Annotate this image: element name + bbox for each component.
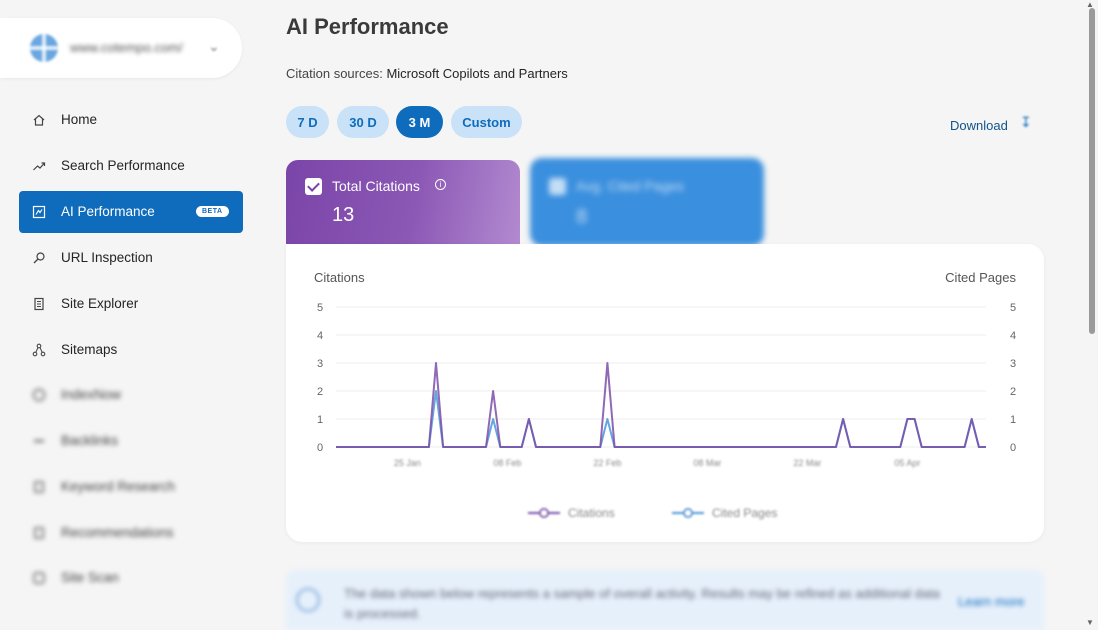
range-custom-button[interactable]: Custom bbox=[451, 106, 522, 138]
y-tick-label-left: 1 bbox=[317, 414, 323, 426]
learn-more-link[interactable]: Learn more bbox=[958, 594, 1024, 609]
y-tick-label-right: 2 bbox=[1010, 386, 1016, 398]
y-tick-label-left: 3 bbox=[317, 358, 323, 370]
beta-badge: BETA bbox=[196, 206, 229, 217]
cited-pages-checkbox[interactable] bbox=[549, 178, 566, 195]
site-url: www.cotempo.com/ bbox=[70, 40, 183, 55]
range-3m-button[interactable]: 3 M bbox=[396, 106, 443, 138]
magnifier-icon bbox=[31, 250, 47, 266]
banner-text: The data shown below represents a sample… bbox=[344, 586, 940, 621]
y-tick-label-right: 1 bbox=[1010, 414, 1016, 426]
x-tick-label: 22 Mar bbox=[793, 458, 821, 468]
sidebar-item-label: Home bbox=[61, 112, 98, 127]
y-tick-label-left: 5 bbox=[317, 302, 323, 314]
citation-sources-label: Citation sources: bbox=[286, 66, 383, 81]
indexnow-icon bbox=[31, 387, 47, 403]
x-tick-label: 25 Jan bbox=[394, 458, 421, 468]
info-icon[interactable]: i bbox=[435, 179, 446, 190]
legend-item: Citations bbox=[528, 506, 615, 520]
sidebar-item-site-explorer[interactable]: Site Explorer bbox=[19, 283, 243, 325]
sidebar-item-label: Backlinks bbox=[61, 433, 119, 448]
sidebar-item-site-scan[interactable]: Site Scan bbox=[19, 557, 243, 599]
legend-item: Cited Pages bbox=[672, 506, 777, 520]
chevron-down-icon[interactable]: ⌄ bbox=[208, 38, 220, 55]
sidebar-item-label: Sitemaps bbox=[61, 342, 118, 357]
trend-icon bbox=[31, 158, 47, 174]
legend-swatch-marker bbox=[539, 508, 549, 518]
keyword-icon bbox=[31, 479, 47, 495]
sidebar-item-ai-performance[interactable]: AI Performance BETA bbox=[19, 191, 243, 233]
document-icon bbox=[31, 296, 47, 312]
sidebar-item-keyword-research[interactable]: Keyword Research bbox=[19, 466, 243, 508]
range-30d-button[interactable]: 30 D bbox=[337, 106, 389, 138]
site-selector[interactable]: www.cotempo.com/ ⌄ bbox=[0, 18, 242, 78]
sidebar-item-label: AI Performance bbox=[61, 204, 155, 219]
cited-pages-card[interactable]: Avg. Cited Pages 8 bbox=[530, 158, 764, 246]
sidebar-item-backlinks[interactable]: Backlinks bbox=[19, 420, 243, 462]
sidebar-item-label: Recommendations bbox=[61, 525, 174, 540]
sidebar-item-label: URL Inspection bbox=[61, 250, 153, 265]
x-tick-label: 05 Apr bbox=[894, 458, 920, 468]
cited-pages-label: Avg. Cited Pages bbox=[576, 178, 684, 194]
download-icon[interactable]: ↧ bbox=[1020, 114, 1032, 131]
y-tick-label-right: 3 bbox=[1010, 358, 1016, 370]
sidebar-item-label: Keyword Research bbox=[61, 479, 176, 494]
sidebar-item-sitemaps[interactable]: Sitemaps bbox=[19, 329, 243, 371]
scroll-down-icon[interactable]: ▼ bbox=[1086, 618, 1094, 627]
citation-sources: Citation sources: Microsoft Copilots and… bbox=[286, 66, 568, 81]
sidebar-item-label: IndexNow bbox=[61, 387, 122, 402]
left-axis-title: Citations bbox=[314, 270, 365, 285]
page-title: AI Performance bbox=[286, 14, 449, 39]
sidebar-item-home[interactable]: Home bbox=[19, 99, 243, 141]
y-tick-label-right: 5 bbox=[1010, 302, 1016, 314]
sidebar-item-search-performance[interactable]: Search Performance bbox=[19, 145, 243, 187]
sidebar-item-recommendations[interactable]: Recommendations bbox=[19, 512, 243, 554]
download-link[interactable]: Download bbox=[950, 118, 1008, 133]
chart-card: Citations Cited Pages 0 0 1 1 2 2 3 3 4 4 5 5 25 Jan 08… bbox=[286, 244, 1044, 542]
x-tick-label: 08 Mar bbox=[693, 458, 721, 468]
y-tick-label-left: 0 bbox=[317, 442, 323, 454]
legend-swatch-marker bbox=[683, 508, 693, 518]
range-7d-button[interactable]: 7 D bbox=[286, 106, 329, 138]
scrollbar-thumb[interactable] bbox=[1089, 8, 1095, 334]
right-axis-title: Cited Pages bbox=[945, 270, 1016, 285]
y-tick-label-right: 4 bbox=[1010, 330, 1016, 342]
legend-label: Cited Pages bbox=[712, 506, 777, 520]
total-citations-label: Total Citations bbox=[332, 178, 420, 194]
citations-checkbox[interactable] bbox=[305, 178, 322, 195]
total-citations-value: 13 bbox=[332, 204, 355, 226]
globe-icon bbox=[30, 34, 58, 62]
link-icon bbox=[31, 433, 47, 449]
total-citations-card[interactable]: Total Citations i 13 bbox=[286, 160, 520, 244]
y-tick-label-left: 2 bbox=[317, 386, 323, 398]
citation-sources-value: Microsoft Copilots and Partners bbox=[386, 66, 568, 81]
x-tick-label: 08 Feb bbox=[493, 458, 521, 468]
x-tick-label: 22 Feb bbox=[593, 458, 621, 468]
info-icon bbox=[296, 588, 320, 612]
sidebar-item-url-inspection[interactable]: URL Inspection bbox=[19, 237, 243, 279]
home-icon bbox=[31, 112, 47, 128]
sidebar-item-indexnow[interactable]: IndexNow bbox=[19, 374, 243, 416]
sitemap-icon bbox=[31, 342, 47, 358]
sidebar-item-label: Site Scan bbox=[61, 570, 119, 585]
sidebar-item-label: Search Performance bbox=[61, 158, 185, 173]
legend-label: Citations bbox=[568, 506, 615, 520]
cited-pages-value: 8 bbox=[576, 206, 588, 228]
sample-data-banner: The data shown below represents a sample… bbox=[286, 570, 1044, 630]
sidebar-item-label: Site Explorer bbox=[61, 296, 139, 311]
recommendations-icon bbox=[31, 525, 47, 541]
y-tick-label-right: 0 bbox=[1010, 442, 1016, 454]
scan-icon bbox=[31, 570, 47, 586]
citations-line-chart: Citations Cited Pages 0 0 1 1 2 2 3 3 4 4 5 5 25 Jan 08… bbox=[314, 270, 1016, 520]
y-tick-label-left: 4 bbox=[317, 330, 323, 342]
ai-icon bbox=[31, 204, 47, 220]
